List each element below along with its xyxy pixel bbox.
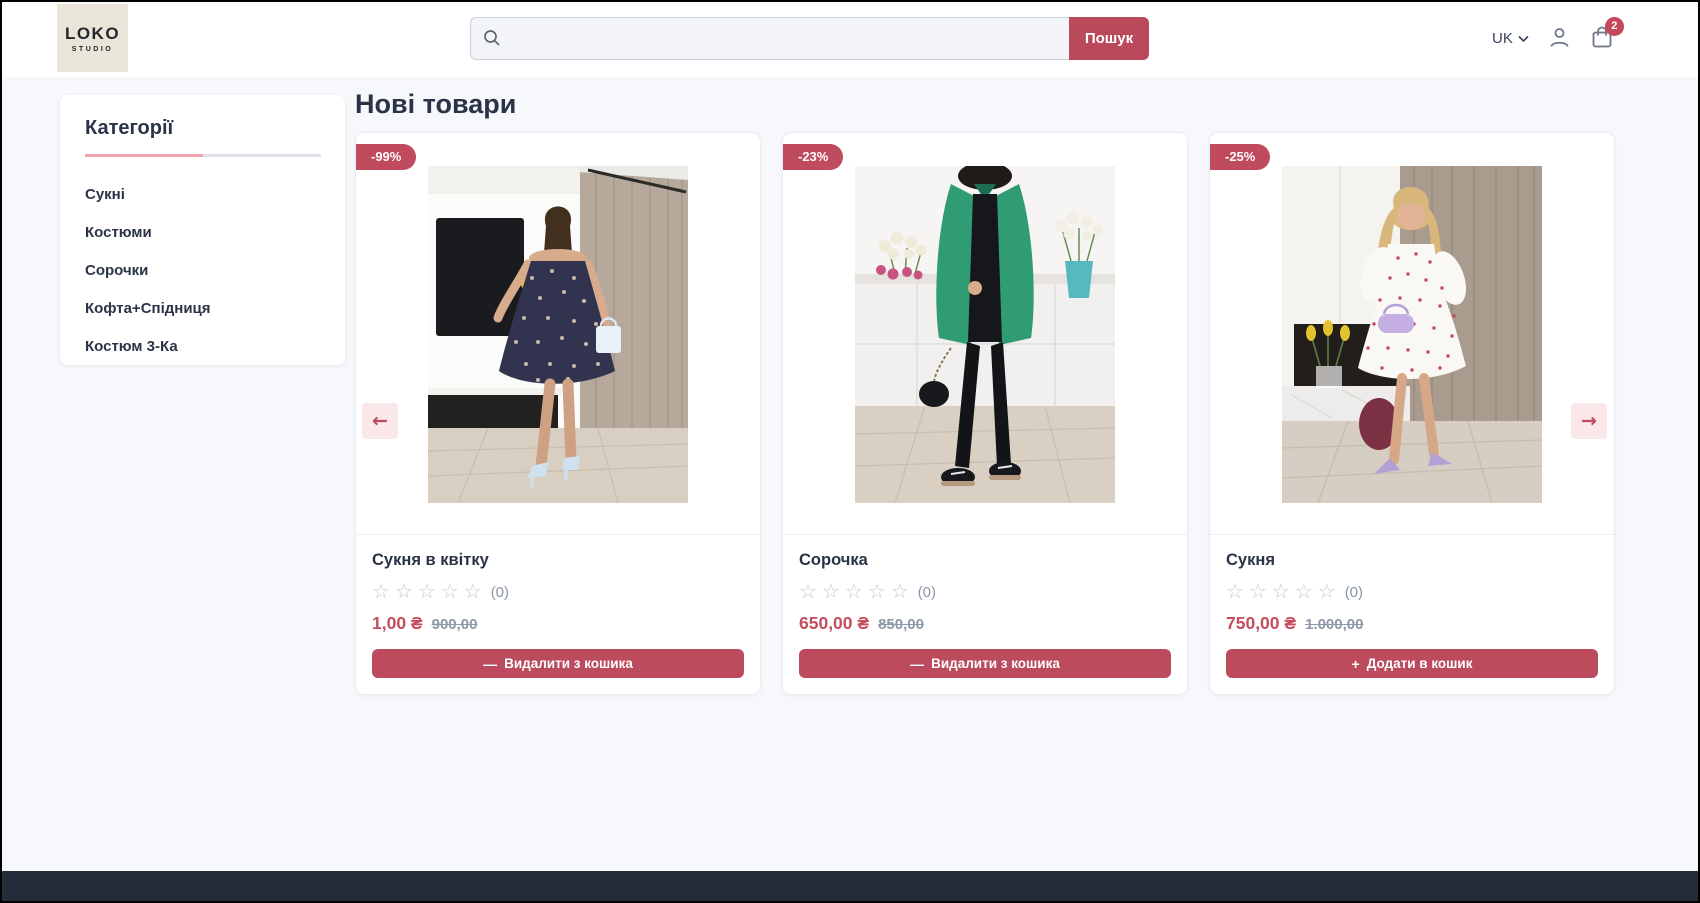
cart-button-label: Додати в кошик	[1367, 656, 1473, 671]
sidebar-item-shirts[interactable]: Сорочки	[85, 262, 320, 279]
product-card: -25%	[1209, 132, 1615, 695]
price-row: 750,00 ₴ 1.000,00	[1226, 613, 1598, 634]
discount-badge: -99%	[356, 144, 416, 170]
product-name[interactable]: Сукня в квітку	[372, 551, 744, 570]
minus-icon: —	[483, 657, 497, 671]
user-icon	[1548, 26, 1571, 52]
footer	[0, 871, 1700, 903]
product-card: -23%	[782, 132, 1188, 695]
star-icon: ☆	[1318, 582, 1336, 602]
star-icon: ☆	[1249, 582, 1267, 602]
language-selected: UK	[1492, 30, 1513, 47]
star-icon: ☆	[464, 582, 482, 602]
remove-from-cart-button[interactable]: — Видалити з кошика	[799, 649, 1171, 678]
discount-badge: -25%	[1210, 144, 1270, 170]
search-icon	[482, 28, 502, 53]
product-name[interactable]: Сукня	[1226, 551, 1598, 570]
logo-title: LOKO	[65, 24, 120, 44]
sidebar-title: Категорії	[85, 117, 320, 140]
minus-icon: —	[910, 657, 924, 671]
carousel-next-button[interactable]: →	[1571, 403, 1607, 439]
search-bar: Пошук	[470, 17, 1149, 60]
product-photo-navy-dress	[428, 166, 688, 503]
add-to-cart-button[interactable]: + Додати в кошик	[1226, 649, 1598, 678]
remove-from-cart-button[interactable]: — Видалити з кошика	[372, 649, 744, 678]
search-button[interactable]: Пошук	[1069, 17, 1149, 60]
cart-button-label: Видалити з кошика	[504, 656, 633, 671]
logo-subtitle: STUDIO	[72, 46, 113, 53]
page-title: Нові товари	[355, 89, 516, 120]
cart-count-badge: 2	[1605, 17, 1624, 36]
price-current: 750,00 ₴	[1226, 613, 1296, 634]
search-button-label: Пошук	[1085, 30, 1133, 47]
sidebar-underline	[85, 154, 321, 157]
star-icon: ☆	[1295, 582, 1313, 602]
sidebar-item-suit-3piece[interactable]: Костюм 3-Ка	[85, 338, 320, 355]
star-icon: ☆	[799, 582, 817, 602]
star-icon: ☆	[868, 582, 886, 602]
price-current: 650,00 ₴	[799, 613, 869, 634]
price-old: 850,00	[878, 616, 924, 633]
header-right-controls: UK 2	[1492, 0, 1614, 77]
product-card: -99%	[355, 132, 761, 695]
price-old: 1.000,00	[1305, 616, 1363, 633]
sidebar-item-sweater-skirt[interactable]: Кофта+Спідниця	[85, 300, 320, 317]
sidebar-item-suits[interactable]: Костюми	[85, 224, 320, 241]
plus-icon: +	[1352, 657, 1360, 671]
cart-button-label: Видалити з кошика	[931, 656, 1060, 671]
product-image[interactable]	[855, 166, 1115, 503]
price-row: 650,00 ₴ 850,00	[799, 613, 1171, 634]
price-row: 1,00 ₴ 900,00	[372, 613, 744, 634]
star-icon: ☆	[845, 582, 863, 602]
account-button[interactable]	[1548, 26, 1571, 52]
category-list: Сукні Костюми Сорочки Кофта+Спідниця Кос…	[85, 186, 320, 355]
cart-button[interactable]: 2	[1590, 25, 1614, 53]
search-input[interactable]	[470, 17, 1069, 60]
star-icon: ☆	[1226, 582, 1244, 602]
rating-count: (0)	[491, 584, 509, 601]
rating-row: ☆ ☆ ☆ ☆ ☆ (0)	[799, 582, 1171, 602]
language-selector[interactable]: UK	[1492, 30, 1529, 47]
product-photo-green-shirt	[855, 166, 1115, 503]
discount-badge: -23%	[783, 144, 843, 170]
star-icon: ☆	[822, 582, 840, 602]
price-old: 900,00	[432, 616, 478, 633]
rating-row: ☆ ☆ ☆ ☆ ☆ (0)	[1226, 582, 1598, 602]
product-image[interactable]	[1282, 166, 1542, 503]
price-current: 1,00 ₴	[372, 613, 423, 634]
sidebar-item-dresses[interactable]: Сукні	[85, 186, 320, 203]
rating-count: (0)	[1345, 584, 1363, 601]
star-icon: ☆	[395, 582, 413, 602]
product-photo-white-dress	[1282, 166, 1542, 503]
rating-count: (0)	[918, 584, 936, 601]
rating-row: ☆ ☆ ☆ ☆ ☆ (0)	[372, 582, 744, 602]
star-icon: ☆	[441, 582, 459, 602]
chevron-down-icon	[1518, 30, 1529, 47]
product-grid: -99%	[355, 132, 1615, 695]
product-name[interactable]: Сорочка	[799, 551, 1171, 570]
categories-sidebar: Категорії Сукні Костюми Сорочки Кофта+Сп…	[60, 95, 345, 365]
logo[interactable]: LOKO STUDIO	[57, 4, 128, 72]
product-image[interactable]	[428, 166, 688, 503]
carousel-prev-button[interactable]: ←	[362, 403, 398, 439]
star-icon: ☆	[372, 582, 390, 602]
star-icon: ☆	[418, 582, 436, 602]
star-icon: ☆	[891, 582, 909, 602]
star-icon: ☆	[1272, 582, 1290, 602]
header: LOKO STUDIO Пошук UK	[0, 0, 1700, 77]
